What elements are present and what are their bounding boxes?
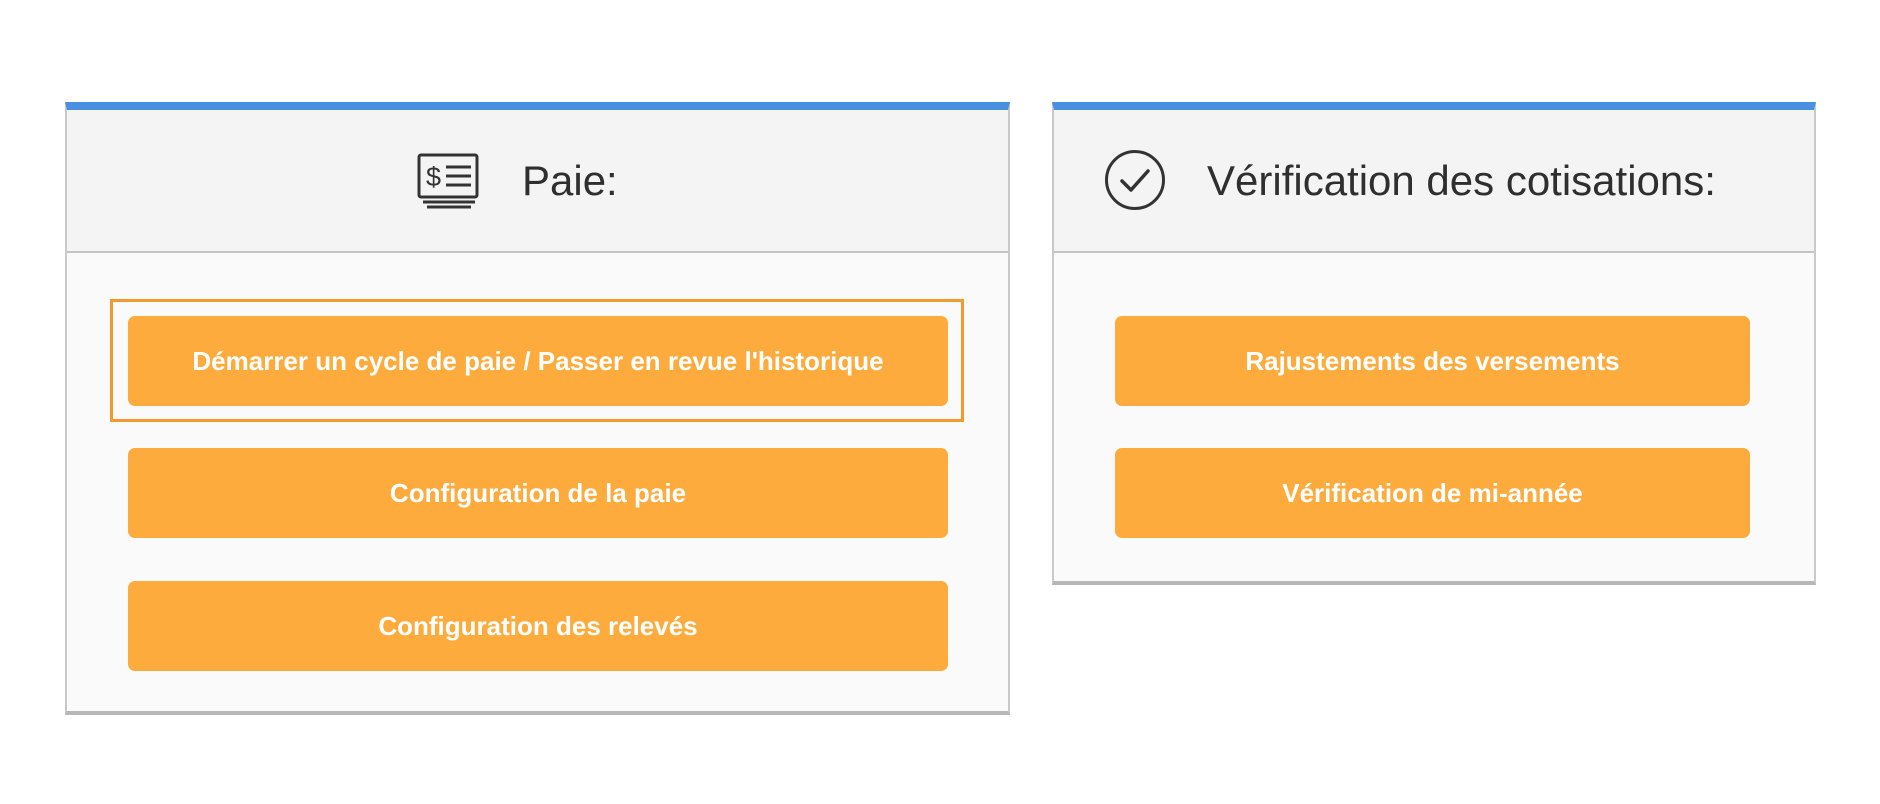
mid-year-verification-button[interactable]: Vérification de mi-année (1115, 448, 1750, 538)
remittance-adjustments-button[interactable]: Rajustements des versements (1115, 316, 1750, 406)
payroll-check-icon: $ (417, 153, 481, 209)
checkmark-circle-icon (1103, 148, 1167, 212)
start-payroll-cycle-button[interactable]: Démarrer un cycle de paie / Passer en re… (128, 316, 948, 406)
slips-configuration-button[interactable]: Configuration des relevés (128, 581, 948, 671)
verification-panel: Vérification des cotisations: Rajustemen… (1052, 102, 1816, 585)
paie-title: Paie: (522, 157, 618, 204)
verification-title: Vérification des cotisations: (1207, 157, 1716, 204)
paie-panel: $ Paie: Démarrer un cycle de paie / Pass… (65, 102, 1010, 715)
svg-text:$: $ (426, 162, 441, 192)
verification-panel-header: Vérification des cotisations: (1054, 110, 1814, 253)
paie-panel-header: $ Paie: (67, 110, 1008, 253)
payroll-configuration-button[interactable]: Configuration de la paie (128, 448, 948, 538)
